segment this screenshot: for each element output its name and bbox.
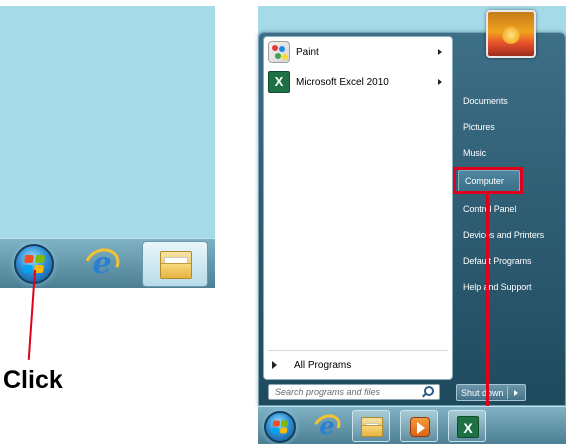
shutdown-options-arrow-icon[interactable] [514, 389, 518, 396]
shutdown-button[interactable]: Shut down [456, 384, 526, 401]
start-button-active[interactable] [264, 411, 296, 443]
menu-item-label: Devices and Printers [463, 230, 545, 240]
all-programs-button[interactable]: All Programs [266, 356, 450, 374]
internet-explorer-icon: e [319, 411, 335, 440]
search-input[interactable] [269, 387, 409, 397]
all-programs-label: All Programs [294, 359, 352, 371]
desktop-background-left [0, 6, 215, 238]
program-label: Microsoft Excel 2010 [296, 76, 389, 88]
program-item-excel[interactable]: X Microsoft Excel 2010 [264, 68, 452, 96]
internet-explorer-icon: e [92, 246, 112, 281]
menu-item-help-and-support[interactable]: Help and Support [457, 276, 561, 298]
folder-icon [160, 251, 192, 279]
click-annotation: Click [3, 366, 63, 394]
menu-item-documents[interactable]: Documents [457, 90, 561, 112]
menu-item-label: Music [463, 148, 487, 158]
menu-item-label: Default Programs [463, 256, 532, 266]
taskbar-explorer-button[interactable] [352, 410, 390, 442]
expand-arrow-icon [272, 361, 277, 369]
user-account-picture[interactable] [486, 10, 536, 58]
programs-separator [268, 350, 448, 351]
paint-icon [268, 41, 290, 63]
menu-item-music[interactable]: Music [457, 142, 561, 164]
windows-logo-icon [271, 420, 289, 434]
excel-icon: X [457, 416, 479, 438]
menu-item-label: Help and Support [463, 282, 532, 292]
taskbar-ie-button[interactable]: e [79, 242, 125, 286]
taskbar-explorer-button[interactable] [142, 241, 208, 287]
menu-item-devices-and-printers[interactable]: Devices and Printers [457, 224, 561, 246]
menu-item-label: Documents [463, 96, 508, 106]
menu-item-label: Pictures [463, 122, 495, 132]
taskbar-excel-button[interactable]: X [448, 410, 486, 442]
folder-icon [361, 417, 383, 437]
taskbar-right: e X [258, 406, 566, 444]
submenu-arrow-icon [438, 49, 442, 55]
taskbar-ie-button[interactable]: e [309, 410, 345, 442]
program-label: Paint [296, 46, 319, 58]
shutdown-label: Shut down [461, 387, 504, 398]
excel-icon: X [268, 71, 290, 93]
search-icon[interactable] [421, 385, 435, 399]
taskbar-media-player-button[interactable] [400, 410, 438, 442]
media-player-icon [410, 417, 430, 437]
menu-item-label: Control Panel [463, 204, 517, 214]
annotation-highlight-box [453, 167, 523, 194]
menu-item-control-panel[interactable]: Control Panel [457, 198, 561, 220]
menu-item-pictures[interactable]: Pictures [457, 116, 561, 138]
search-box[interactable] [268, 384, 440, 400]
submenu-arrow-icon [438, 79, 442, 85]
program-item-paint[interactable]: Paint [264, 38, 452, 66]
menu-item-default-programs[interactable]: Default Programs [457, 250, 561, 272]
shutdown-divider [507, 386, 508, 399]
